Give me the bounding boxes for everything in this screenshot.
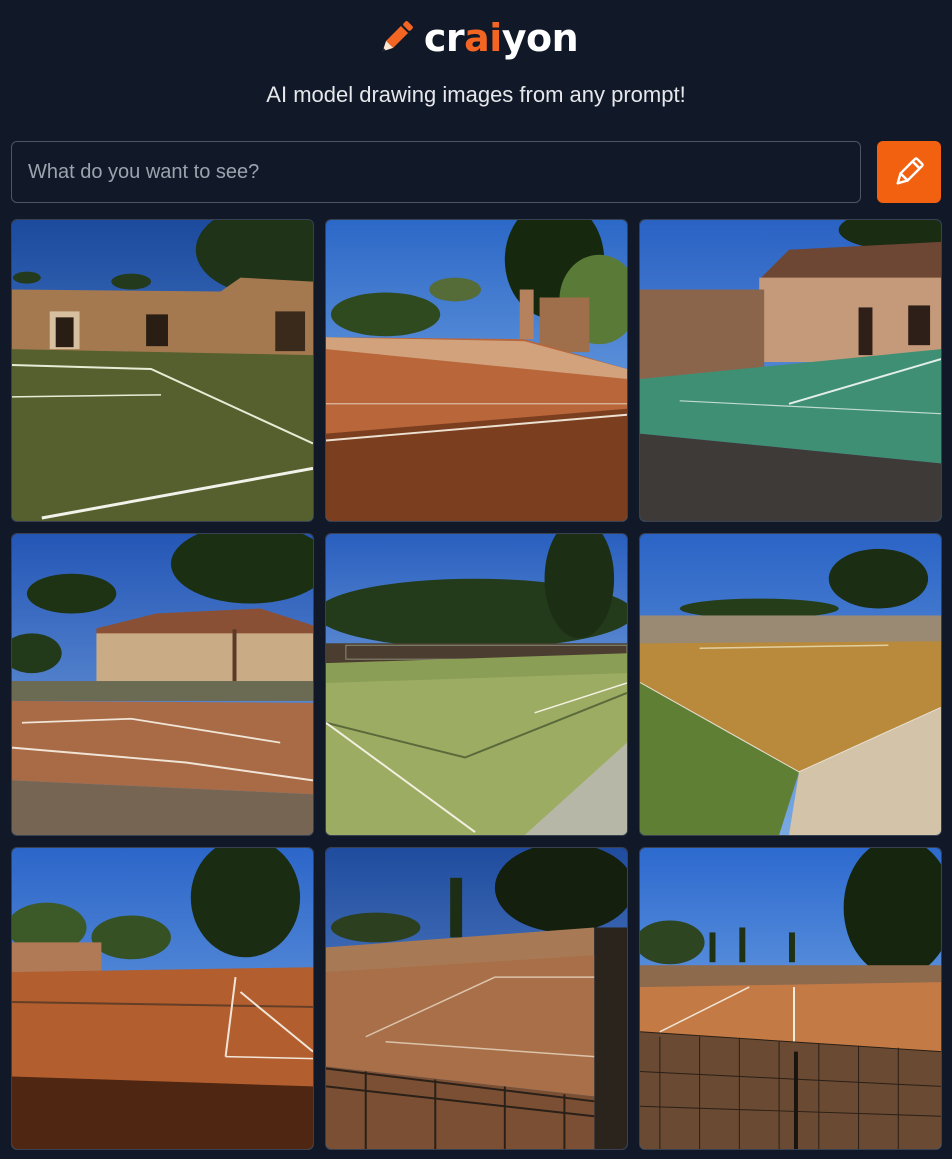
gallery-image-2[interactable]	[325, 219, 628, 522]
search-bar	[11, 141, 861, 203]
gallery-image-6[interactable]	[639, 533, 942, 836]
gallery-image-5[interactable]	[325, 533, 628, 836]
gallery-image-8[interactable]	[325, 847, 628, 1150]
gallery-image-3[interactable]	[639, 219, 942, 522]
tagline: AI model drawing images from any prompt!	[266, 82, 686, 107]
gallery-image-9[interactable]	[639, 847, 942, 1150]
pencil-icon	[382, 21, 413, 52]
brand-name: craiyon	[423, 16, 579, 60]
gallery-image-1[interactable]	[11, 219, 314, 522]
prompt-input[interactable]	[11, 141, 861, 203]
gallery-image-7[interactable]	[11, 847, 314, 1150]
image-gallery	[11, 219, 942, 1150]
pencil-icon	[896, 157, 924, 185]
draw-button[interactable]	[877, 141, 941, 203]
brand-header: craiyon	[0, 14, 952, 62]
gallery-image-4[interactable]	[11, 533, 314, 836]
